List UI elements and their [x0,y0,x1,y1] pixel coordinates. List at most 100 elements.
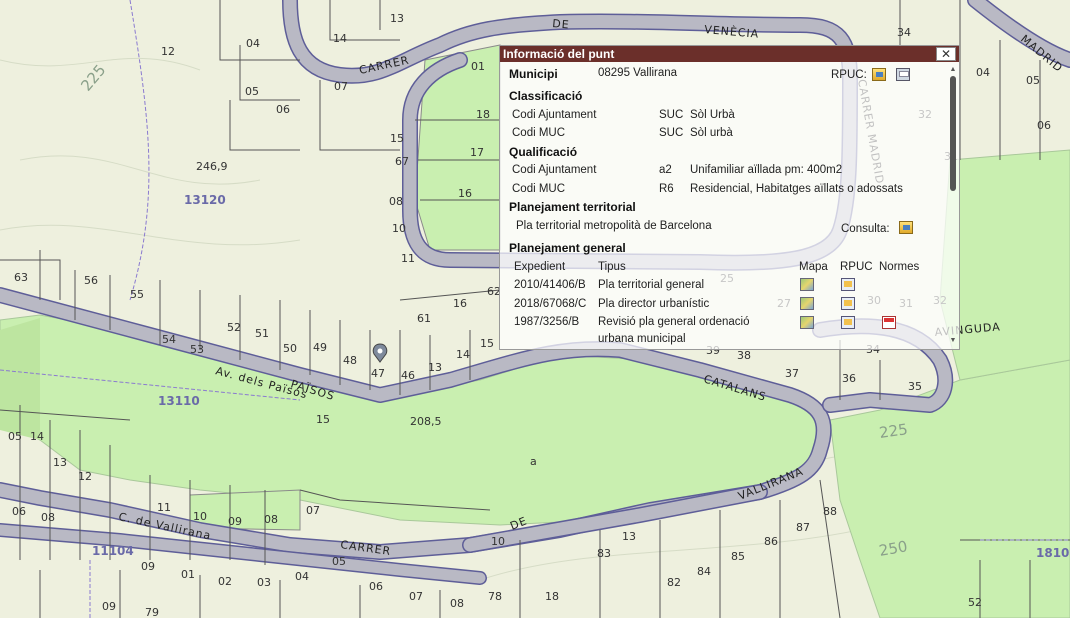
rpuc-icon[interactable] [841,278,855,291]
parcel-number: 18 [545,590,559,603]
classificacio-label-1: Codi Ajuntament [512,109,597,121]
col-rpuc: RPUC [840,261,873,273]
folder-icon[interactable] [872,68,886,81]
qualificacio-label-2: Codi MUC [512,183,566,195]
rpuc-label: RPUC: [831,69,867,81]
parcel-number: 10 [193,510,207,523]
parcel-number: 83 [597,547,611,560]
parcel-number: 34 [897,26,911,39]
parcel-number: 87 [796,521,810,534]
parcel-number: 16 [458,187,472,200]
rpuc-icon[interactable] [841,297,855,310]
parcel-number: 15 [480,337,494,350]
parcel-number: 51 [255,327,269,340]
parcel-number: 15 [390,132,404,145]
parcel-number: 06 [12,505,26,518]
map-view[interactable]: 13120131101110418102 225225250246,9208,5… [0,0,1070,618]
parcel-number: 46 [401,369,415,382]
popup-scrollbar[interactable]: ▲ ▼ [948,66,958,345]
parcel-number: 82 [667,576,681,589]
parcel-number: 63 [14,271,28,284]
parcel-number: 04 [976,66,990,79]
parcel-number: 35 [908,380,922,393]
parcel-number: 01 [181,568,195,581]
parcel-number: 05 [8,430,22,443]
tipus-2: Pla director urbanístic [598,298,710,310]
parcel-number: 06 [276,103,290,116]
parcel-number: 08 [389,195,403,208]
map-icon[interactable] [800,316,814,329]
municipi-value: 08295 Vallirana [598,67,678,79]
parcel-number: 14 [30,430,44,443]
parcel-number: 67 [395,155,409,168]
parcel-number: 12 [78,470,92,483]
parcel-number: 05 [245,85,259,98]
parcel-number: 09 [228,515,242,528]
parcel-number: 88 [823,505,837,518]
parcel-number: 08 [450,597,464,610]
parcel-number: 61 [417,312,431,325]
scroll-up-icon[interactable]: ▲ [948,66,958,74]
parcel-number: 36 [842,372,856,385]
parcel-number: 13 [428,361,442,374]
parcel-number: 05 [1026,74,1040,87]
print-icon[interactable] [896,68,910,81]
parcel-number: 55 [130,288,144,301]
planejament-general-heading: Planejament general [509,241,626,255]
parcel-number: 04 [295,570,309,583]
parcel-number: 13 [390,12,404,25]
parcel-number: 07 [306,504,320,517]
zone-label: 13110 [158,394,200,408]
expedient-2: 2018/67068/C [514,298,587,310]
classificacio-heading: Classificació [509,89,583,103]
parcel-number: 14 [333,32,347,45]
parcel-number: 16 [453,297,467,310]
popup-title: Informació del punt [500,46,959,62]
consulta-label: Consulta: [841,223,890,235]
consulta-folder-icon[interactable] [899,221,913,234]
qualificacio-desc-1: Unifamiliar aïllada pm: 400m2 [690,164,843,176]
col-mapa: Mapa [799,261,828,273]
qualificacio-label-1: Codi Ajuntament [512,164,597,176]
parcel-number: 50 [283,342,297,355]
parcel-number: 09 [102,600,116,613]
parcel-number: 47 [371,367,385,380]
parcel-number: 13 [622,530,636,543]
norms-icon[interactable] [882,316,896,329]
classificacio-label-2: Codi MUC [512,127,566,139]
close-button[interactable]: ✕ [936,47,956,61]
popup-body: Municipi 08295 Vallirana RPUC: Classific… [500,63,947,349]
parcel-number: 07 [334,80,348,93]
qualificacio-desc-2: Residencial, Habitatges aïllats o adossa… [690,183,903,195]
street-label: DE [552,17,570,31]
parcel-number: 38 [737,349,751,362]
spot-label: a [530,455,537,468]
parcel-number: 06 [369,580,383,593]
zone-label: 18102 [1036,546,1070,560]
parcel-number: 01 [471,60,485,73]
parcel-number: 03 [257,576,271,589]
spot-labels: a [530,455,537,468]
parcel-number: 37 [785,367,799,380]
parcel-number: 52 [968,596,982,609]
expedient-1: 2010/41406/B [514,279,586,291]
qualificacio-code-2: R6 [659,183,674,195]
parcel-number: 18 [476,108,490,121]
zone-label: 11104 [92,544,134,558]
tipus-1: Pla territorial general [598,279,705,291]
parcel-number: 56 [84,274,98,287]
expedient-3: 1987/3256/B [514,316,580,328]
parcel-number: 10 [392,222,406,235]
map-icon[interactable] [800,278,814,291]
planejament-territorial-heading: Planejament territorial [509,200,636,214]
parcel-number: 09 [141,560,155,573]
rpuc-icon[interactable] [841,316,855,329]
parcel-number: 10 [491,535,505,548]
parcel-number: 06 [1037,119,1051,132]
map-icon[interactable] [800,297,814,310]
parcel-number: 15 [316,413,330,426]
parcel-number: 13 [53,456,67,469]
parcel-number: 08 [41,511,55,524]
scroll-down-icon[interactable]: ▼ [948,337,958,345]
scroll-thumb[interactable] [950,76,956,191]
